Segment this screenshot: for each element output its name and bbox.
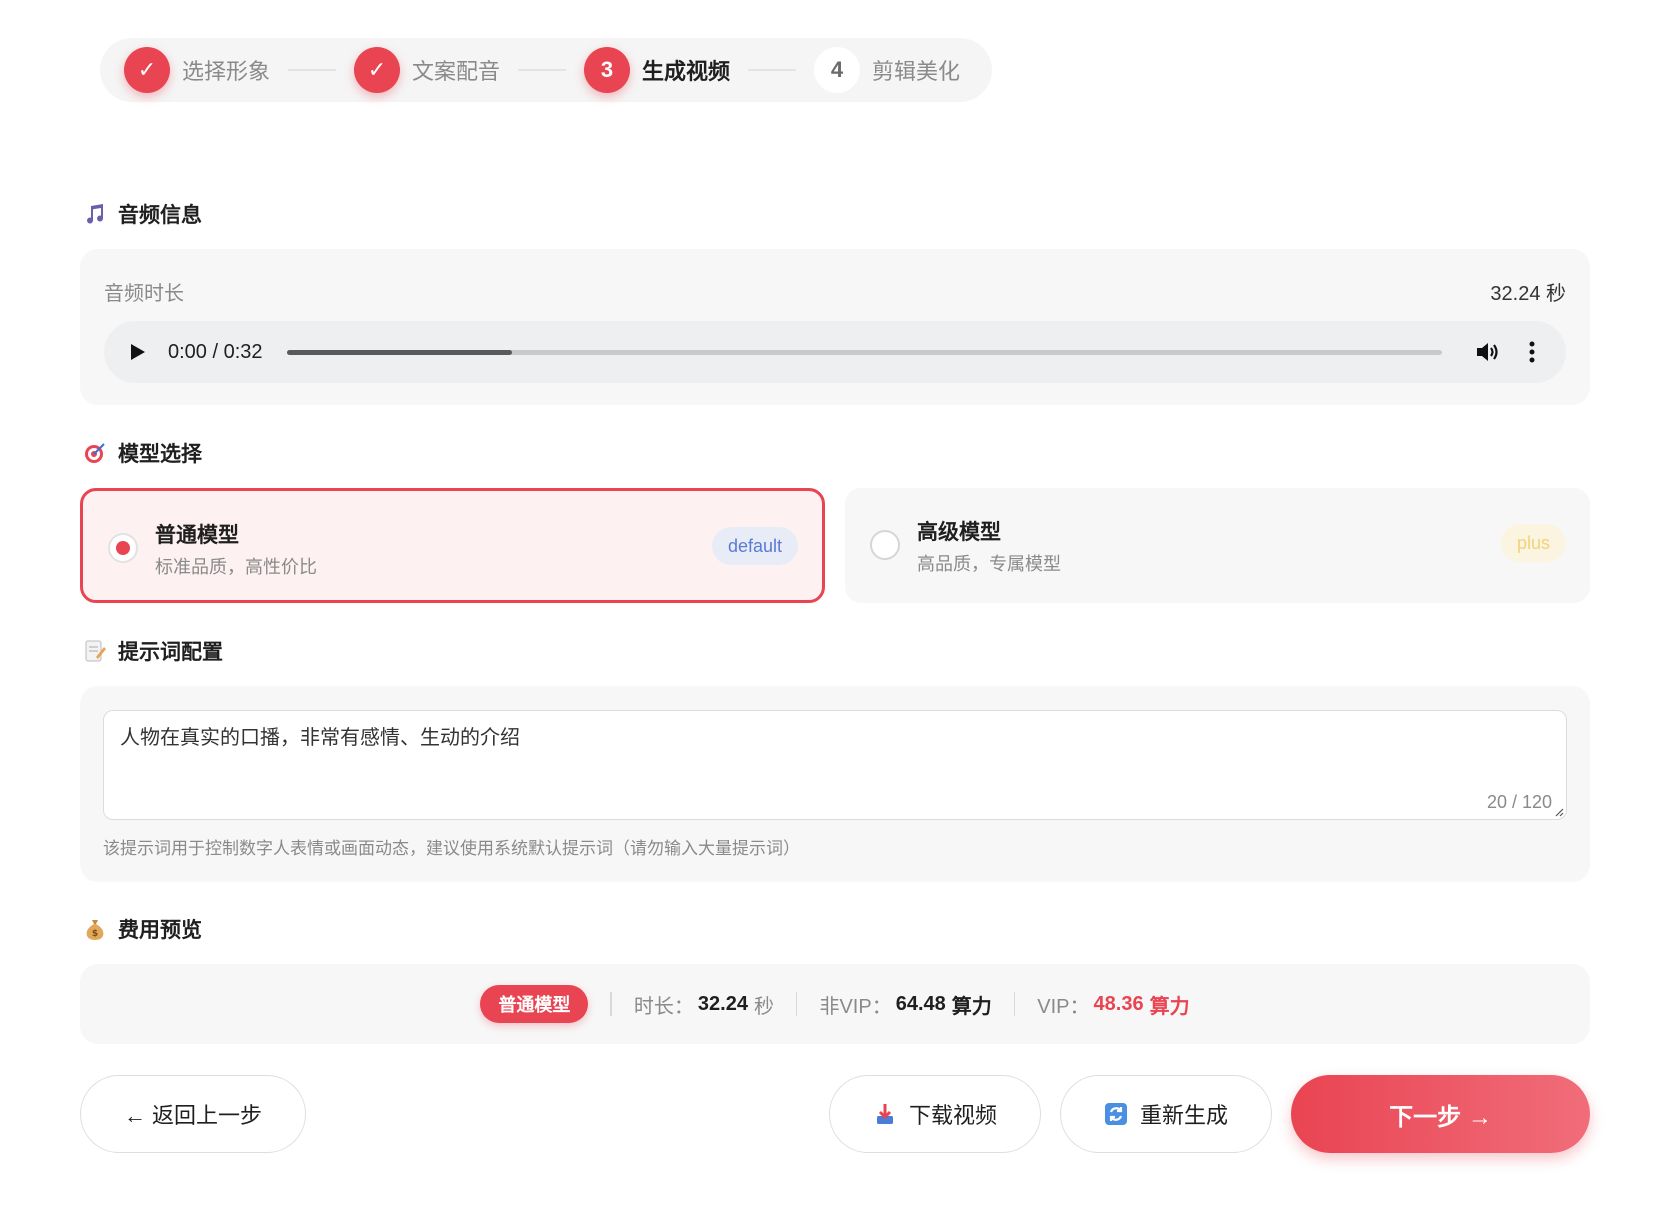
next-step-button[interactable]: 下一步 → [1291,1075,1590,1153]
download-video-button[interactable]: 下载视频 [829,1075,1041,1153]
more-options-icon[interactable] [1522,338,1542,366]
step-3[interactable]: 3 生成视频 [584,47,730,93]
radio-selected[interactable] [108,533,138,563]
cost-nonvip-value: 64.48 [895,992,946,1015]
cost-duration-unit: 秒 [753,995,774,1018]
model-badge: default [711,527,798,565]
cost-vip-value: 48.36 [1093,992,1144,1015]
divider [795,992,798,1016]
step-number: 3 [584,47,631,93]
divider [610,992,612,1016]
model-desc: 高品质，专属模型 [917,554,1061,574]
audio-time: 0:00 / 0:32 [168,340,263,363]
cost-nonvip-label: 非VIP： [819,995,892,1018]
prompt-text: 人物在真实的口播，非常有感情、生动的介绍 [120,727,520,749]
audio-panel: 音频时长 32.24 秒 0:00 / 0:32 [80,249,1590,405]
prompt-textarea[interactable]: 人物在真实的口播，非常有感情、生动的介绍 20 / 120 [103,710,1567,820]
back-button-label: ← 返回上一步 [123,1103,263,1128]
step-4[interactable]: 4 剪辑美化 [814,47,960,93]
model-desc: 标准品质，高性价比 [155,557,317,577]
step-1[interactable]: ✓ 选择形象 [124,47,270,93]
section-heading: 提示词配置 [118,641,223,664]
volume-icon[interactable] [1474,338,1502,366]
audio-section-title: 音频信息 [82,199,202,229]
cost-duration-value: 32.24 [697,992,748,1015]
check-icon: ✓ [354,47,401,93]
cost-vip-label: VIP： [1037,995,1090,1018]
back-button[interactable]: ← 返回上一步 [80,1075,306,1153]
section-heading: 音频信息 [118,204,202,227]
svg-text:$: $ [92,929,98,939]
audio-progress-bar[interactable] [286,349,1442,355]
step-label: 剪辑美化 [872,59,961,84]
section-heading: 模型选择 [118,443,202,466]
resize-grip-icon[interactable] [1554,807,1564,817]
section-heading: 费用预览 [118,919,202,942]
check-icon: ✓ [124,47,170,93]
model-section-title: 模型选择 [82,438,202,468]
cost-duration-label: 时长： [633,995,694,1018]
play-icon[interactable] [128,342,148,362]
audio-duration-row: 音频时长 32.24 秒 [104,277,1566,306]
model-option-advanced[interactable]: 高级模型 高品质，专属模型 plus [845,488,1590,603]
step-divider [288,69,337,71]
regenerate-button[interactable]: 重新生成 [1060,1075,1272,1153]
regenerate-label: 重新生成 [1139,1103,1228,1128]
next-step-label: 下一步 → [1389,1103,1492,1131]
refresh-icon [1104,1102,1128,1126]
prompt-section-title: 提示词配置 [82,636,223,666]
step-divider [518,69,567,71]
step-label: 生成视频 [642,59,731,84]
model-name: 普通模型 [155,524,239,547]
cost-section-title: $ 费用预览 [82,914,202,944]
audio-duration-label: 音频时长 [104,283,184,305]
step-label: 文案配音 [412,59,501,84]
step-number: 4 [814,47,861,93]
cost-nonvip-unit: 算力 [951,995,992,1018]
prompt-char-count: 20 / 120 [1486,792,1552,812]
step-divider [748,69,797,71]
cost-summary: 普通模型 时长： 32.24 秒 非VIP： 64.48 算力 VIP： 48.… [80,964,1590,1044]
cost-vip-unit: 算力 [1149,995,1190,1018]
cost-panel: 普通模型 时长： 32.24 秒 非VIP： 64.48 算力 VIP： 48.… [80,964,1590,1044]
step-label: 选择形象 [182,59,271,84]
divider [1013,992,1016,1016]
prompt-hint: 该提示词用于控制数字人表情或画面动态，建议使用系统默认提示词（请勿输入大量提示词… [103,839,800,858]
memo-icon [82,638,108,664]
prompt-panel: 人物在真实的口播，非常有感情、生动的介绍 20 / 120 该提示词用于控制数字… [80,686,1590,882]
model-badge: plus [1500,524,1566,562]
download-video-label: 下载视频 [908,1103,997,1128]
music-note-icon [82,201,108,227]
step-2[interactable]: ✓ 文案配音 [354,47,500,93]
radio-unselected[interactable] [870,530,900,560]
model-name: 高级模型 [917,521,1001,544]
download-icon [873,1102,897,1126]
audio-player: 0:00 / 0:32 [104,321,1566,383]
cost-model-tag: 普通模型 [480,985,589,1023]
audio-progress-fill [286,349,512,355]
stepper: ✓ 选择形象 ✓ 文案配音 3 生成视频 4 剪辑美化 [100,38,992,102]
target-icon [82,440,108,466]
money-bag-icon: $ [82,916,108,942]
audio-duration-value: 32.24 秒 [1490,283,1566,305]
model-option-standard[interactable]: 普通模型 标准品质，高性价比 default [80,488,825,603]
